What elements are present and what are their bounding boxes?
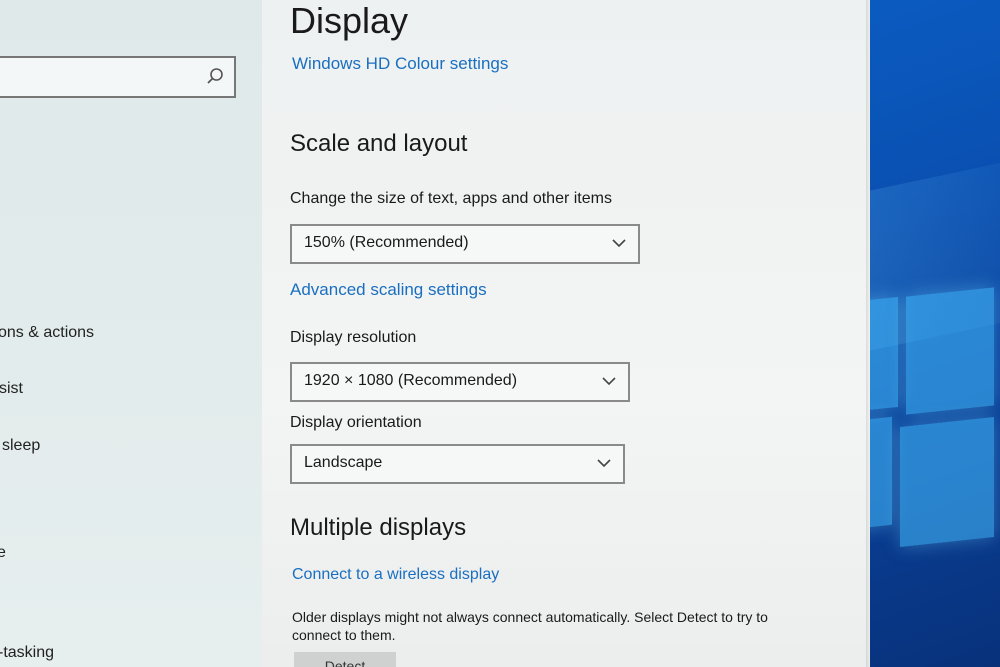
resolution-dropdown-value: 1920 × 1080 (Recommended) <box>304 372 518 389</box>
search-input[interactable] <box>0 56 236 98</box>
orientation-dropdown[interactable]: Landscape <box>290 444 625 484</box>
page-title: Display <box>290 0 409 41</box>
orientation-dropdown-value: Landscape <box>304 454 383 471</box>
scale-layout-heading: Scale and layout <box>290 130 468 157</box>
scale-dropdown[interactable]: 150% (Recommended) <box>290 224 640 264</box>
advanced-scaling-link[interactable]: Advanced scaling settings <box>290 280 487 300</box>
chevron-down-icon <box>597 459 611 468</box>
scale-dropdown-value: 150% (Recommended) <box>304 234 469 251</box>
detect-button[interactable]: Detect <box>294 652 396 667</box>
wireless-display-link[interactable]: Connect to a wireless display <box>292 566 499 584</box>
chevron-down-icon <box>602 377 616 386</box>
windows-logo-pane-bottom-right <box>900 417 994 547</box>
sidebar-item-focus-assist[interactable]: sist <box>0 380 23 398</box>
orientation-label: Display orientation <box>290 414 422 431</box>
detect-description: Older displays might not always connect … <box>292 609 768 643</box>
sidebar-item-power-sleep[interactable]: sleep <box>2 437 40 455</box>
display-settings-content: Display Windows HD Colour settings Scale… <box>262 0 870 667</box>
sidebar-item-notifications[interactable]: ons & actions <box>0 324 94 342</box>
settings-window: ons & actions sist sleep e -tasking Disp… <box>0 0 870 667</box>
sidebar-item-storage[interactable]: e <box>0 544 6 562</box>
sidebar-item-multitasking[interactable]: -tasking <box>0 644 54 662</box>
resolution-dropdown[interactable]: 1920 × 1080 (Recommended) <box>290 362 630 402</box>
resolution-label: Display resolution <box>290 329 417 346</box>
chevron-down-icon <box>612 239 626 248</box>
windows-logo-pane-top-right <box>906 287 994 415</box>
text-size-label: Change the size of text, apps and other … <box>290 190 612 207</box>
sidebar: ons & actions sist sleep e -tasking <box>0 0 262 667</box>
multiple-displays-heading: Multiple displays <box>290 514 467 541</box>
window-edge-shadow <box>866 0 870 667</box>
hd-colour-settings-link[interactable]: Windows HD Colour settings <box>292 54 508 74</box>
search-icon[interactable] <box>206 67 224 85</box>
